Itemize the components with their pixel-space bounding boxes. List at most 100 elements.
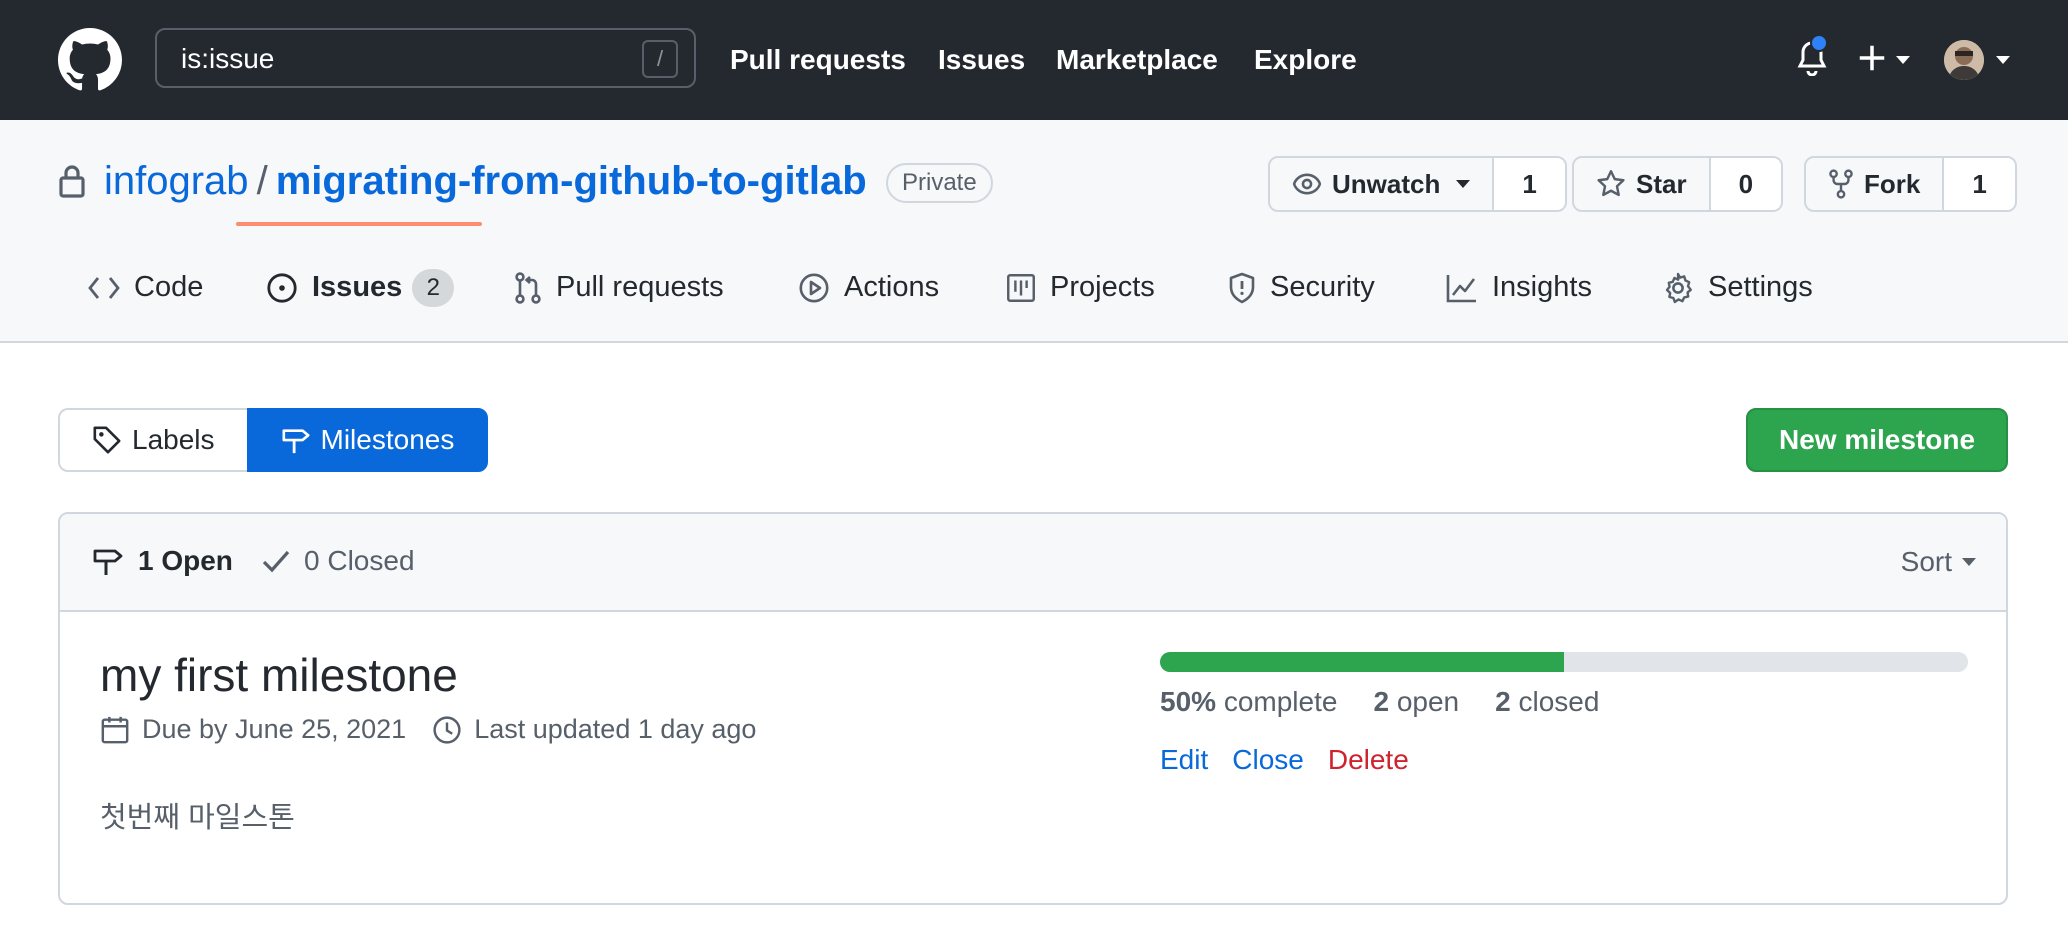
issues-counter-badge: 2: [412, 268, 455, 307]
open-count-label: 1 Open: [138, 545, 233, 576]
watch-dropdown-caret-icon[interactable]: [1456, 180, 1471, 188]
labels-button-label: Labels: [132, 424, 215, 455]
milestone-closed-stat[interactable]: 2 closed: [1495, 686, 1599, 718]
closed-count-label: 0 Closed: [304, 545, 415, 576]
git-pull-request-icon: [514, 271, 556, 304]
code-icon: [88, 276, 134, 300]
fork-label: Fork: [1864, 168, 1921, 199]
create-new-plus-icon[interactable]: [1858, 44, 1886, 72]
tab-projects-label: Projects: [1050, 271, 1155, 303]
eye-icon: [1292, 173, 1332, 195]
graph-icon: [1446, 273, 1492, 303]
search-input-value: is:issue: [181, 43, 275, 74]
milestone-complete-stat: 50% complete: [1160, 686, 1337, 718]
tab-settings[interactable]: Settings: [1662, 234, 1813, 341]
milestone-progress-bar: [1160, 652, 1968, 672]
tab-pull-requests[interactable]: Pull requests: [514, 234, 724, 341]
issue-opened-icon: [266, 272, 312, 304]
sort-caret-icon: [1962, 558, 1976, 566]
milestone-actions: Edit Close Delete: [1160, 744, 1433, 776]
watch-count[interactable]: 1: [1492, 158, 1565, 210]
milestone-progress-fill: [1160, 652, 1564, 672]
close-milestone-link[interactable]: Close: [1232, 744, 1304, 776]
repo-forked-icon: [1828, 169, 1864, 199]
shield-icon: [1228, 272, 1270, 304]
nav-pull-requests[interactable]: Pull requests: [730, 44, 906, 76]
tab-actions[interactable]: Actions: [798, 234, 939, 341]
nav-explore[interactable]: Explore: [1254, 44, 1357, 76]
closed-milestones-filter[interactable]: 0 Closed: [262, 544, 415, 578]
repository-header: infograb / migrating-from-github-to-gitlab…: [0, 120, 2068, 343]
sort-label: Sort: [1900, 546, 1952, 577]
nav-marketplace[interactable]: Marketplace: [1056, 44, 1218, 76]
star-button-group: Star 0: [1572, 156, 1784, 212]
repo-owner-link[interactable]: infograb: [104, 159, 249, 203]
tab-issues[interactable]: Issues 2: [266, 234, 455, 341]
active-tab-underline: [236, 222, 482, 226]
milestones-list-header: 1 Open 0 Closed Sort: [60, 514, 2006, 612]
tab-settings-label: Settings: [1708, 271, 1813, 303]
sort-dropdown[interactable]: Sort: [1901, 546, 1976, 578]
tab-security-label: Security: [1270, 271, 1375, 303]
star-icon: [1596, 169, 1636, 199]
github-logo-icon[interactable]: [58, 28, 122, 92]
milestone-icon: [92, 545, 138, 577]
milestone-due-date: Due by June 25, 2021: [142, 714, 407, 744]
tab-insights-label: Insights: [1492, 271, 1592, 303]
labels-milestones-subnav: Labels Milestones: [58, 408, 489, 472]
unwatch-label: Unwatch: [1332, 168, 1441, 199]
unwatch-button[interactable]: Unwatch: [1270, 158, 1492, 210]
milestones-button-label: Milestones: [320, 424, 455, 455]
percent-complete-value: 50%: [1160, 686, 1217, 717]
milestone-description: 첫번째 마일스톤: [100, 802, 295, 834]
new-milestone-button[interactable]: New milestone: [1746, 408, 2008, 472]
repo-name-link[interactable]: migrating-from-github-to-gitlab: [276, 159, 867, 203]
fork-button-group: Fork 1: [1804, 156, 2017, 212]
nav-issues[interactable]: Issues: [938, 44, 1025, 76]
repo-path-separator: /: [256, 159, 268, 203]
repo-tab-nav: Code Issues 2 Pull requests Actions Proj…: [0, 234, 2068, 341]
lock-icon: [58, 164, 86, 198]
user-avatar[interactable]: [1944, 40, 1984, 80]
tab-code[interactable]: Code: [88, 234, 203, 341]
user-menu-caret-icon[interactable]: [1996, 56, 2010, 64]
visibility-badge: Private: [886, 163, 993, 203]
search-shortcut-key: /: [642, 40, 678, 78]
star-count[interactable]: 0: [1708, 158, 1782, 210]
tab-pull-requests-label: Pull requests: [556, 271, 724, 303]
labels-button[interactable]: Labels: [58, 408, 247, 472]
tab-insights[interactable]: Insights: [1446, 234, 1592, 341]
fork-button[interactable]: Fork: [1806, 158, 1942, 210]
notification-unread-dot: [1810, 34, 1828, 52]
project-icon: [1006, 273, 1050, 303]
gear-icon: [1662, 272, 1708, 304]
open-word: open: [1396, 686, 1460, 717]
open-milestones-filter[interactable]: 1 Open: [92, 544, 233, 578]
milestone-last-updated: Last updated 1 day ago: [474, 714, 757, 744]
tab-projects[interactable]: Projects: [1006, 234, 1155, 341]
tab-security[interactable]: Security: [1228, 234, 1375, 341]
milestone-stats: 50% complete 2 open 2 closed: [1160, 686, 1635, 718]
milestone-open-stat[interactable]: 2 open: [1373, 686, 1459, 718]
repo-title: infograb / migrating-from-github-to-gitlab: [104, 158, 867, 204]
milestone-meta: Due by June 25, 2021 Last updated 1 day …: [100, 714, 756, 745]
milestones-button[interactable]: Milestones: [246, 408, 489, 472]
watch-button-group: Unwatch 1: [1268, 156, 1567, 212]
milestone-title-link[interactable]: my first milestone: [100, 648, 458, 702]
create-new-caret-icon[interactable]: [1896, 56, 1910, 64]
open-issues-value: 2: [1373, 686, 1390, 717]
tab-actions-label: Actions: [844, 271, 940, 303]
milestones-list: 1 Open 0 Closed Sort my first milestone …: [58, 512, 2008, 905]
closed-issues-value: 2: [1495, 686, 1511, 717]
clock-icon: [432, 715, 474, 745]
closed-word: closed: [1518, 686, 1600, 717]
milestone-icon: [281, 425, 321, 455]
delete-milestone-link[interactable]: Delete: [1328, 744, 1409, 776]
edit-milestone-link[interactable]: Edit: [1160, 744, 1208, 776]
star-button[interactable]: Star: [1574, 158, 1709, 210]
play-icon: [798, 272, 844, 304]
tab-issues-label: Issues: [312, 271, 403, 303]
global-header: is:issue / Pull requests Issues Marketpl…: [0, 0, 2068, 120]
search-input[interactable]: is:issue /: [155, 28, 696, 88]
fork-count[interactable]: 1: [1942, 158, 2015, 210]
